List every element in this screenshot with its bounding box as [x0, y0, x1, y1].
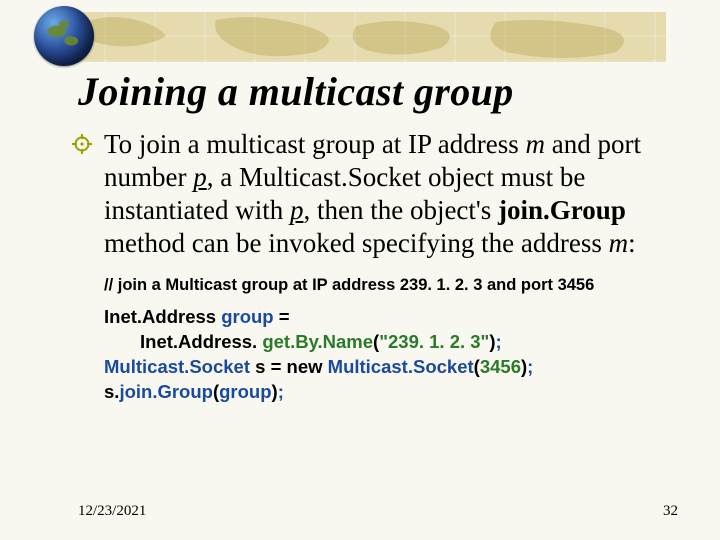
code-line: Inet.Address. get.By.Name("239. 1. 2. 3"…: [104, 330, 680, 355]
bullet-item: To join a multicast group at IP address …: [78, 128, 680, 260]
code-line: s.join.Group(group);: [104, 380, 680, 405]
footer-page-number: 32: [663, 503, 678, 520]
bullet-text: To join a multicast group at IP address …: [104, 129, 641, 258]
globe-icon: [34, 6, 94, 66]
footer-date: 12/23/2021: [78, 503, 146, 520]
bullet-crosshair-icon: [72, 134, 92, 154]
code-block: Inet.Address group = Inet.Address. get.B…: [78, 305, 680, 405]
code-comment: // join a Multicast group at IP address …: [78, 276, 680, 295]
content-area: To join a multicast group at IP address …: [78, 128, 680, 405]
code-line: Inet.Address group =: [104, 305, 680, 330]
slide-title: Joining a multicast group: [78, 68, 514, 115]
code-line: Multicast.Socket s = new Multicast.Socke…: [104, 355, 680, 380]
slide: Joining a multicast group To join a mult…: [0, 0, 720, 540]
banner-grid: [56, 12, 666, 62]
